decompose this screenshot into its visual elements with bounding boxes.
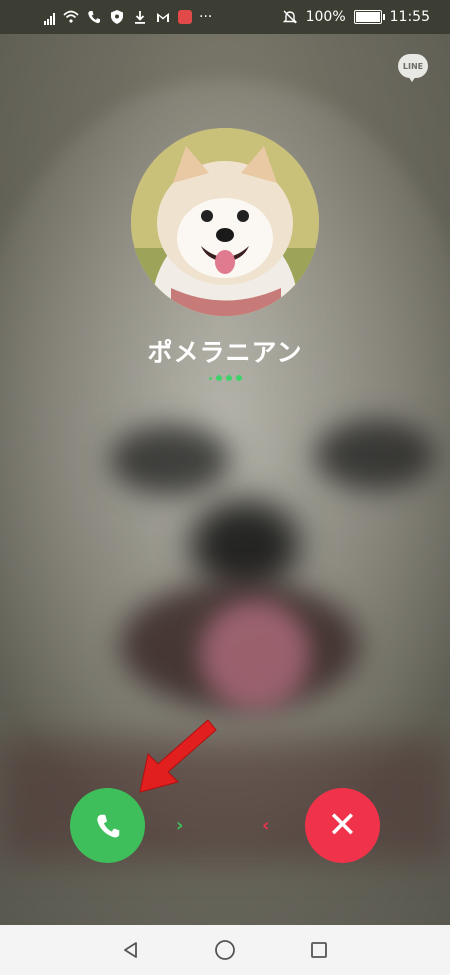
mute-bell-icon <box>282 10 297 24</box>
swipe-right-hint-icon: › <box>176 815 184 836</box>
home-circle-icon <box>215 940 235 960</box>
blurred-collar <box>0 740 450 860</box>
more-icon: ··· <box>199 9 213 25</box>
mail-icon <box>157 13 169 22</box>
phone-icon <box>88 11 100 24</box>
line-logo-badge: LINE <box>398 54 428 82</box>
download-icon <box>135 11 145 24</box>
swipe-left-hint-icon: ‹ <box>262 815 270 836</box>
wifi-icon <box>63 10 79 23</box>
caller-name: ポメラニアン <box>147 338 303 367</box>
caller-avatar <box>131 128 319 316</box>
close-icon: ✕ <box>327 805 358 846</box>
battery-icon <box>353 10 385 24</box>
shield-icon <box>111 10 123 24</box>
huawei-app-icon <box>178 10 192 24</box>
back-triangle-icon <box>124 942 137 958</box>
red-arrow-annotation <box>139 719 217 793</box>
accept-call-button[interactable] <box>70 788 145 863</box>
calling-progress-dots <box>0 375 450 381</box>
phone-icon <box>96 814 119 837</box>
nav-back-button[interactable] <box>120 939 142 961</box>
pomeranian-avatar-icon <box>131 128 319 316</box>
blurred-nose <box>190 500 300 590</box>
nav-home-button[interactable] <box>214 939 236 961</box>
blurred-tongue <box>200 600 310 710</box>
decline-call-button[interactable]: ✕ <box>305 788 380 863</box>
clock-time: 11:55 <box>389 9 430 25</box>
recents-square-icon <box>311 942 327 958</box>
battery-percent: 100% <box>305 9 346 25</box>
blurred-eye-right <box>315 420 435 490</box>
nav-recents-button[interactable] <box>308 939 330 961</box>
signal-icon <box>44 9 56 25</box>
status-bar: ··· 100% 11:55 <box>0 0 450 34</box>
blurred-eye-left <box>110 425 230 495</box>
system-navigation-bar <box>0 925 450 975</box>
